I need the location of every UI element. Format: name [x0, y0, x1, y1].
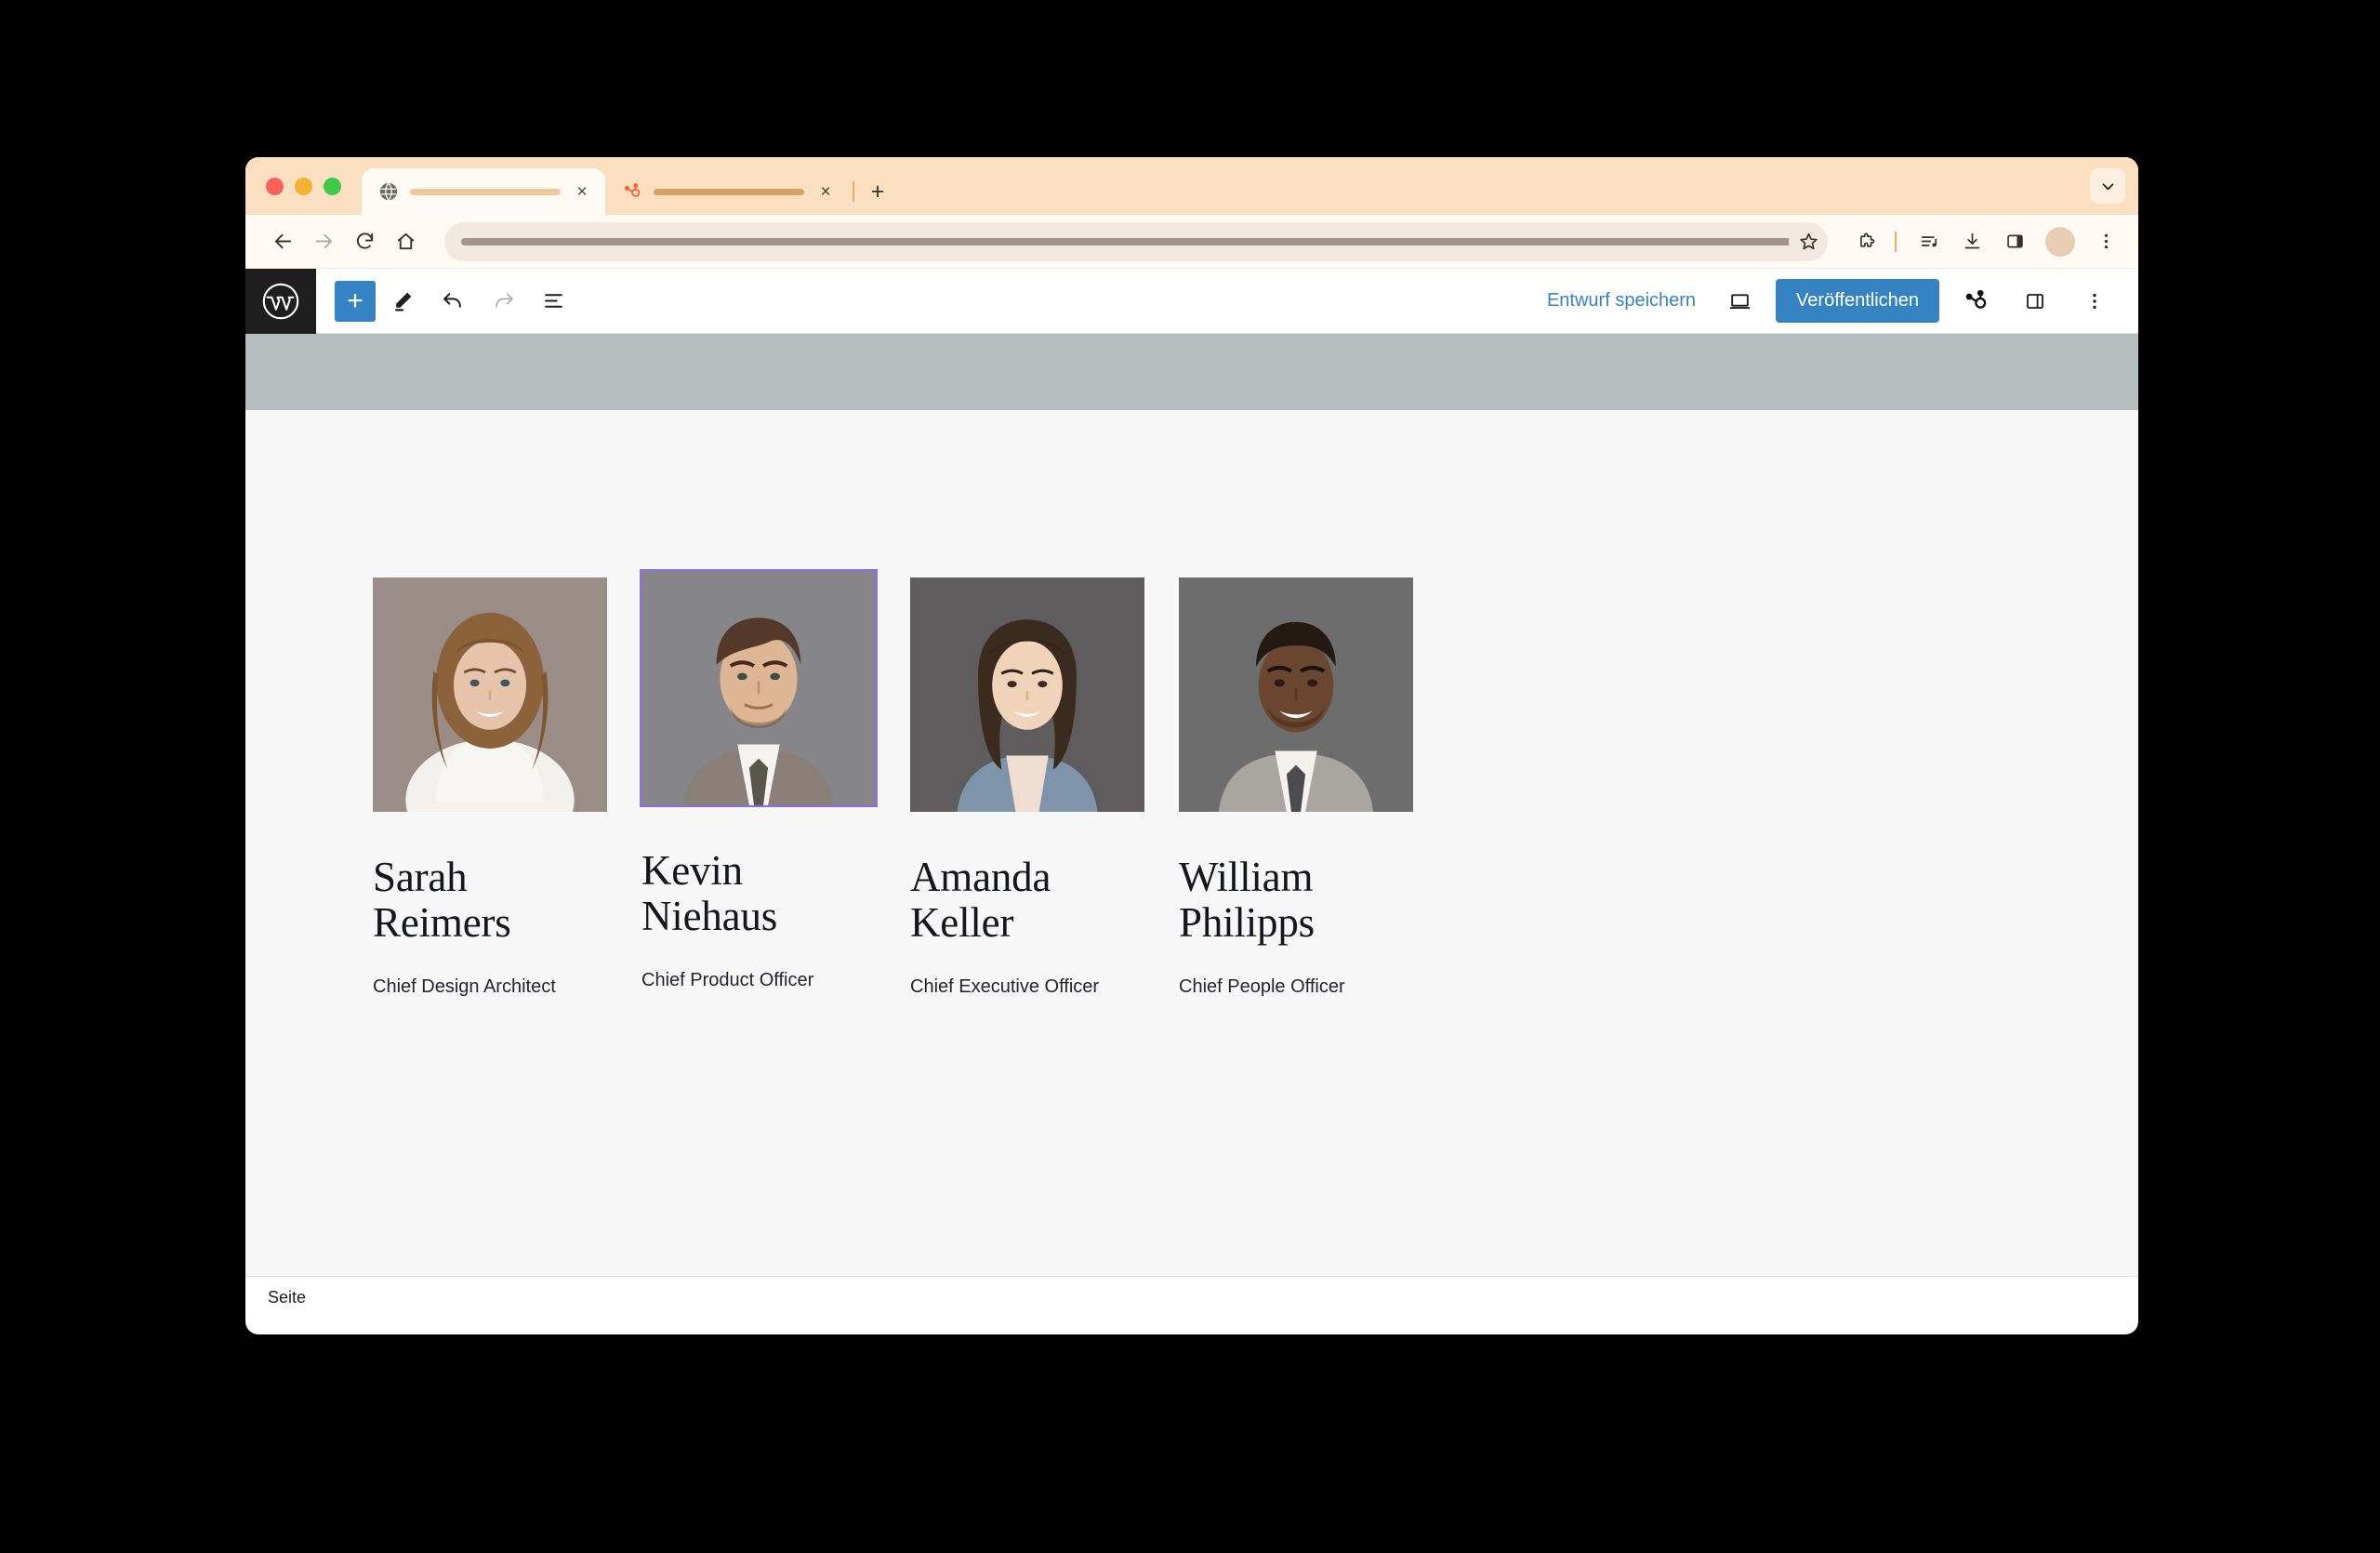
zoom-window-button[interactable]: [324, 177, 341, 195]
member-role: Chief Executive Officer: [910, 976, 1100, 998]
hubspot-icon[interactable]: [1952, 278, 1999, 325]
editor-status-bar: Seite: [245, 1276, 2138, 1319]
browser-menu-icon[interactable]: [2088, 224, 2123, 259]
publish-button[interactable]: Veröffentlichen: [1776, 279, 1939, 323]
member-name: Kevin Niehaus: [641, 848, 876, 938]
downloads-icon[interactable]: [1954, 224, 1990, 259]
portrait-illustration: [641, 571, 876, 805]
member-name-line1: Amanda: [910, 854, 1051, 900]
member-name-line1: William: [1179, 854, 1314, 900]
member-role: Chief Design Architect: [373, 976, 556, 998]
toolbar-divider: [1895, 231, 1897, 252]
tab-divider: [853, 181, 854, 202]
media-playlist-icon[interactable]: [1911, 224, 1947, 259]
browser-tab-2[interactable]: ×: [605, 168, 849, 215]
member-photo[interactable]: [1179, 577, 1413, 812]
portrait-illustration: [910, 577, 1144, 812]
member-photo[interactable]: [373, 577, 607, 812]
bookmark-star-icon[interactable]: [1789, 221, 1828, 261]
team-member-card[interactable]: Amanda Keller Chief Executive Officer: [910, 577, 1144, 999]
member-role: Chief People Officer: [1179, 976, 1345, 998]
document-overview-icon[interactable]: [530, 278, 576, 325]
team-member-card[interactable]: Kevin Niehaus Chief Product Officer: [640, 569, 878, 999]
extensions-icon[interactable]: [1848, 224, 1884, 259]
member-name-line2: Keller: [910, 898, 1014, 946]
redo-icon[interactable]: [480, 278, 526, 325]
address-bar-url: [461, 237, 1802, 246]
minimize-window-button[interactable]: [295, 177, 312, 195]
settings-sidebar-icon[interactable]: [2012, 278, 2058, 325]
editor-canvas: Sarah Reimers Chief Design Architect Kev…: [245, 334, 2138, 1276]
close-tab-1-icon[interactable]: ×: [572, 181, 592, 202]
team-member-card[interactable]: William Philipps Chief People Officer: [1179, 577, 1413, 999]
editor-options-icon[interactable]: [2071, 278, 2118, 325]
wordpress-editor-toolbar: + Entwurf speichern Veröffentlichen: [245, 268, 2138, 334]
browser-tab-2-title: [654, 188, 804, 195]
browser-window: × × + + Entwurf speichern Veröffentliche…: [245, 157, 2138, 1334]
close-window-button[interactable]: [266, 177, 284, 195]
member-photo[interactable]: [910, 577, 1144, 812]
hubspot-icon: [622, 181, 642, 202]
member-photo[interactable]: [640, 569, 878, 807]
add-block-button[interactable]: +: [335, 280, 376, 322]
member-role: Chief Product Officer: [641, 970, 814, 991]
member-name-line2: Niehaus: [641, 892, 778, 939]
edit-tool-icon[interactable]: [379, 278, 426, 325]
team-members-grid: Sarah Reimers Chief Design Architect Kev…: [373, 569, 1413, 999]
forward-button[interactable]: [305, 223, 342, 260]
globe-icon: [378, 181, 399, 202]
home-button[interactable]: [387, 223, 424, 260]
back-button[interactable]: [264, 223, 301, 260]
portrait-illustration: [1179, 577, 1413, 812]
member-name-line2: Philipps: [1179, 898, 1315, 946]
close-tab-2-icon[interactable]: ×: [815, 181, 836, 202]
preview-device-icon[interactable]: [1716, 278, 1763, 325]
browser-tab-bar: × × +: [245, 157, 2138, 215]
undo-icon[interactable]: [430, 278, 476, 325]
new-tab-button[interactable]: +: [864, 178, 892, 206]
browser-tab-1-title: [410, 188, 561, 195]
save-draft-button[interactable]: Entwurf speichern: [1540, 285, 1703, 317]
reload-button[interactable]: [346, 223, 383, 260]
member-name: William Philipps: [1179, 855, 1413, 945]
portrait-illustration: [373, 577, 607, 812]
member-name-line1: Kevin: [641, 847, 743, 894]
wordpress-logo-icon[interactable]: [245, 268, 316, 334]
browser-tab-1[interactable]: ×: [362, 168, 605, 215]
member-name-line1: Sarah: [373, 854, 468, 900]
profile-avatar[interactable]: [2045, 226, 2075, 257]
editor-right-tools: Entwurf speichern Veröffentlichen: [1540, 278, 2138, 325]
side-panel-icon[interactable]: [1997, 224, 2032, 259]
member-name-line2: Reimers: [373, 898, 511, 946]
address-bar[interactable]: [444, 221, 1818, 261]
member-name: Amanda Keller: [910, 855, 1144, 945]
tab-search-button[interactable]: [2090, 168, 2125, 204]
browser-nav-bar: [245, 215, 2138, 269]
cover-header-block[interactable]: [245, 334, 2138, 410]
window-controls: [266, 157, 362, 215]
editor-left-tools: +: [316, 278, 576, 325]
member-name: Sarah Reimers: [373, 855, 607, 945]
team-member-card[interactable]: Sarah Reimers Chief Design Architect: [373, 577, 607, 999]
breadcrumb[interactable]: Seite: [268, 1288, 306, 1307]
